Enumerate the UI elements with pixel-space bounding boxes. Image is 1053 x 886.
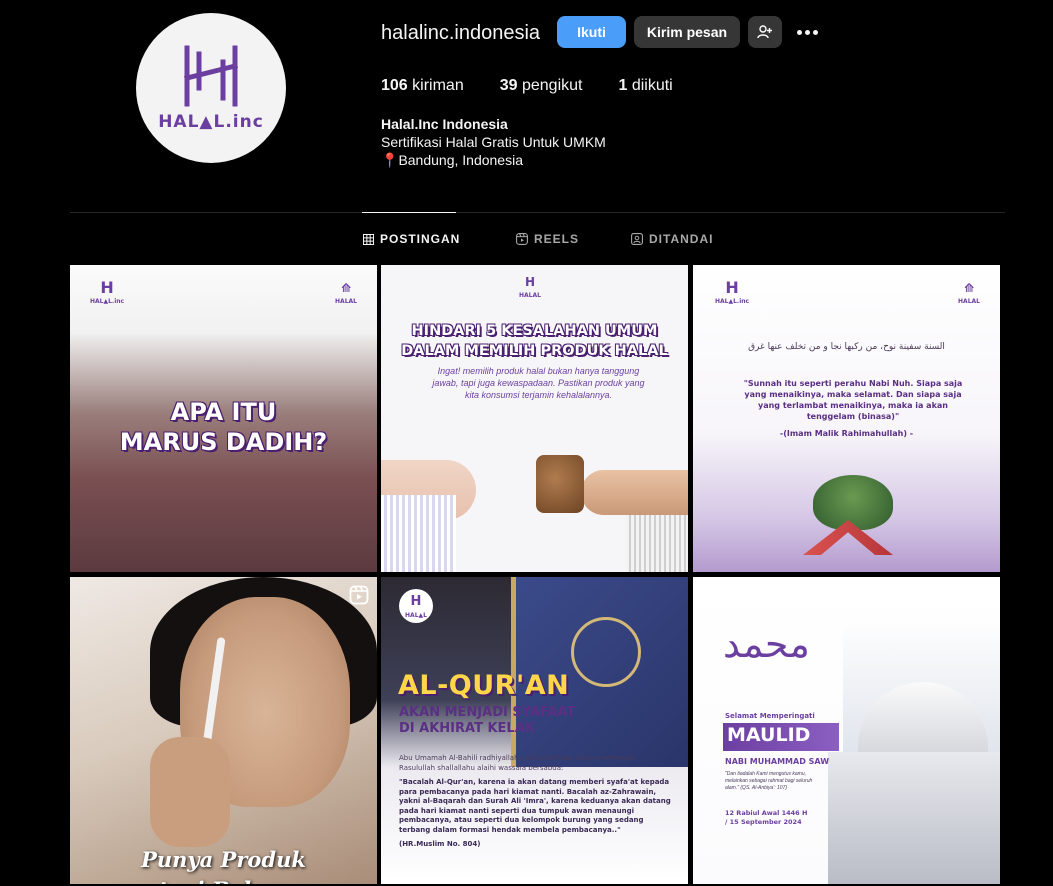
halal-logo-icon: H HAL▲L.inc: [715, 278, 750, 306]
reels-icon: [516, 233, 528, 245]
post-date: 12 Rabiul Awal 1446 H / 15 September 202…: [725, 809, 808, 826]
avatar-logo-text: HAL▲L.inc: [158, 112, 264, 132]
hand-image: [581, 470, 688, 515]
muhammad-calligraphy-icon: محمد: [723, 622, 810, 666]
profile-avatar[interactable]: HAL▲L.inc: [136, 13, 286, 163]
tab-tagged[interactable]: DITANDAI: [631, 232, 713, 246]
post-quote: "Dan tiadalah Kami mengutus kamu, melain…: [725, 771, 813, 791]
sleeve-image: [381, 495, 456, 572]
post-tile[interactable]: H HALAL HINDARI 5 KESALAHAN UMUM DALAM ME…: [381, 265, 688, 572]
profile-username: halalinc.indonesia: [381, 22, 541, 44]
plant-image: [813, 475, 893, 530]
grid-icon: [363, 233, 374, 245]
following-count[interactable]: 1 diikuti: [618, 77, 672, 95]
profile-display-name: Halal.Inc Indonesia: [381, 116, 508, 132]
follow-button[interactable]: Ikuti: [557, 16, 626, 48]
profile-bio: Halal.Inc Indonesia Sertifikasi Halal Gr…: [381, 115, 606, 169]
post-tile[interactable]: H HAL▲L.inc ⟰ HALAL السنة سفينة نوح، من رك…: [693, 265, 1000, 572]
pin-icon: 📍: [381, 152, 399, 168]
more-options-icon[interactable]: [794, 22, 820, 42]
bio-line: Sertifikasi Halal Gratis Untuk UMKM: [381, 134, 606, 150]
post-headline: Punya Produk tapi Belum: [141, 847, 306, 884]
post-headline: HINDARI 5 KESALAHAN UMUM DALAM MEMILIH P…: [401, 323, 668, 359]
post-quote: "Sunnah itu seperti perahu Nabi Nuh. Sia…: [743, 379, 963, 421]
post-tile[interactable]: H HAL▲L.inc ⟰ HALAL APA ITU MARUS DADIH?: [70, 265, 377, 572]
profile-divider: [70, 212, 1005, 213]
followers-count[interactable]: 39 pengikut: [500, 77, 583, 95]
posts-count: 106 kiriman: [381, 77, 464, 94]
halal-logo-icon: H HALAL: [519, 275, 541, 299]
halal-logo-icon: H HAL▲L.inc: [90, 278, 125, 306]
bio-location: 📍Bandung, Indonesia: [381, 152, 523, 168]
profile-stats: 106 kiriman 39 pengikut 1 diikuti: [381, 77, 709, 95]
post-subheadline: AKAN MENJADI SYAFAAT DI AKHIRAT KELAK: [399, 705, 576, 736]
add-person-icon: [757, 25, 772, 39]
tab-posts[interactable]: POSTINGAN: [363, 232, 460, 246]
post-tile[interactable]: H HAL▲L AL-QUR'AN AKAN MENJADI SYAFAAT DI…: [381, 577, 688, 884]
tab-reels[interactable]: REELS: [516, 232, 579, 246]
suggest-user-button[interactable]: [748, 16, 782, 48]
halal-logo-icon: H HAL▲L: [399, 589, 433, 623]
active-tab-indicator: [362, 212, 456, 213]
send-message-button[interactable]: Kirim pesan: [634, 16, 740, 48]
halal-mui-logo-icon: ⟰ HALAL: [335, 281, 357, 305]
person-hand-image: [150, 737, 230, 847]
post-body-text: Abu Umamah Al-Bahili radhiyallahu anhu b…: [399, 754, 671, 848]
post-headline: MAULID: [727, 724, 811, 746]
book-ornament-image: [571, 617, 641, 687]
post-subheadline: NABI MUHAMMAD SAW: [725, 757, 830, 766]
halal-mui-logo-icon: ⟰ HALAL: [958, 281, 980, 305]
reel-badge-icon: [349, 585, 369, 605]
post-tile[interactable]: Punya Produk tapi Belum: [70, 577, 377, 884]
post-headline: AL-QUR'AN: [398, 670, 570, 701]
profile-tabs: POSTINGAN REELS DITANDAI: [0, 232, 1053, 248]
greeting-text: Selamat Memperingati: [725, 712, 815, 720]
post-body-text: Ingat! memilih produk halal bukan hanya …: [432, 366, 645, 400]
tagged-user-icon: [631, 233, 643, 245]
halal-logo-icon: [183, 45, 239, 107]
post-tile[interactable]: محمد Selamat Memperingati MAULID NABI MU…: [693, 577, 1000, 884]
nuts-jar-image: [536, 455, 584, 513]
arabic-text: السنة سفينة نوح، من ركبها نجا و من تخلف …: [748, 342, 945, 352]
mosque-building-image: [828, 752, 1000, 884]
post-quote-author: -(Imam Malik Rahimahullah) -: [779, 429, 914, 438]
post-headline: APA ITU MARUS DADIH?: [119, 398, 328, 456]
